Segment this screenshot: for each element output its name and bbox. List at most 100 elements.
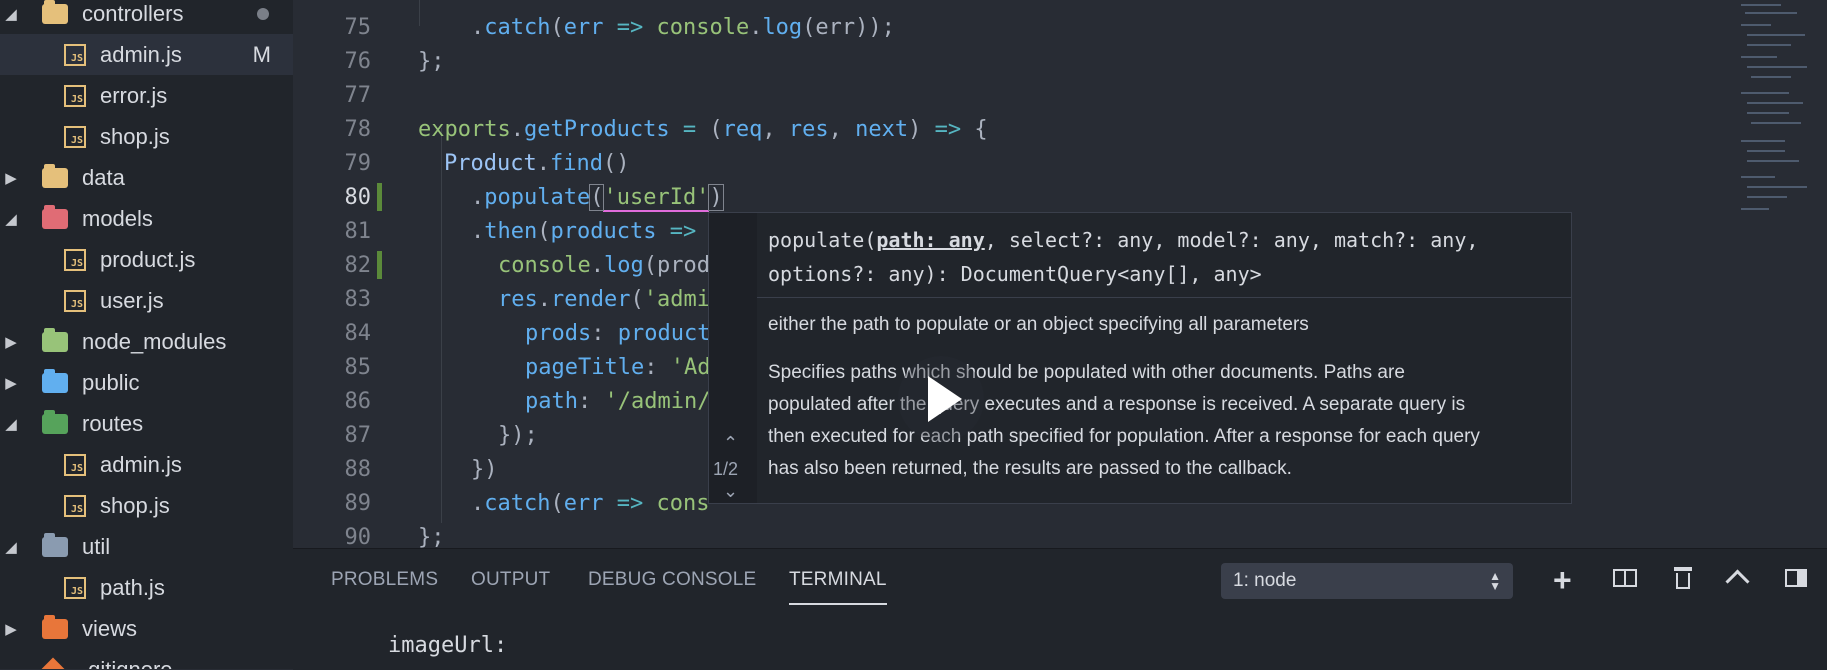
signature-text: populate(path: any, select?: any, model?… xyxy=(768,228,1479,286)
tree-label: error.js xyxy=(100,82,168,108)
parameter-hints-widget: ⌃ 1/2 ⌄ populate(path: any, select?: any… xyxy=(708,212,1572,504)
code-text: path: '/admin/ xyxy=(525,388,711,414)
plus-icon[interactable]: + xyxy=(1553,564,1572,596)
tree-file-shop-js[interactable]: JS shop.js xyxy=(0,116,293,157)
code-text: .then(products => xyxy=(471,218,697,244)
tree-label: node_modules xyxy=(82,328,227,354)
tree-folder-data[interactable]: ▶ data xyxy=(0,157,293,198)
js-file-icon: JS xyxy=(64,43,86,66)
tree-folder-models[interactable]: ◢ models xyxy=(0,198,293,239)
code-text: res.render('admi xyxy=(498,286,710,312)
tree-folder-public[interactable]: ▶ public xyxy=(0,362,293,403)
tree-folder-util[interactable]: ◢ util xyxy=(0,526,293,567)
js-file-icon: JS xyxy=(64,494,86,517)
method-doc-line: populated after the query executes and a… xyxy=(768,394,1466,415)
folder-icon xyxy=(42,409,68,434)
tree-file-routes-shop-js[interactable]: JS shop.js xyxy=(0,485,293,526)
tree-file-product-js[interactable]: JS product.js xyxy=(0,239,293,280)
chevron-down-icon[interactable]: ◢ xyxy=(0,5,22,23)
js-file-icon: JS xyxy=(64,84,86,107)
chevron-right-icon[interactable]: ▶ xyxy=(0,620,22,638)
tab-output[interactable]: OUTPUT xyxy=(471,569,550,591)
folder-icon xyxy=(42,532,68,557)
terminal-select-value: 1: node xyxy=(1233,570,1297,591)
terminal-select[interactable]: 1: node ▲ ▼ xyxy=(1221,563,1513,599)
code-line-76: 76 }; xyxy=(293,44,1723,78)
code-text: .catch(err => console.log(err)); xyxy=(471,14,895,40)
chevron-down-icon[interactable]: ◢ xyxy=(0,210,22,228)
tree-file-routes-admin-js[interactable]: JS admin.js xyxy=(0,444,293,485)
tree-label: product.js xyxy=(100,246,196,272)
method-doc-line: has also been returned, the results are … xyxy=(768,458,1292,479)
bottom-panel: PROBLEMS OUTPUT DEBUG CONSOLE TERMINAL 1… xyxy=(293,548,1827,670)
folder-icon xyxy=(42,368,68,393)
chevron-right-icon[interactable]: ▶ xyxy=(0,169,22,187)
line-number: 84 xyxy=(344,320,372,346)
code-text: prods: product xyxy=(525,320,711,346)
js-file-icon: JS xyxy=(64,289,86,312)
code-text: exports.getProducts = (req, res, next) =… xyxy=(418,116,988,142)
terminal-output[interactable]: imageUrl: xyxy=(388,633,507,658)
line-number: 79 xyxy=(344,150,372,176)
signature-counter: 1/2 xyxy=(713,459,739,479)
tree-file-user-js[interactable]: JS user.js xyxy=(0,280,293,321)
chevron-down-icon[interactable]: ⌄ xyxy=(723,481,738,502)
tree-file-error-js[interactable]: JS error.js xyxy=(0,75,293,116)
method-doc-line: then executed for each path specified fo… xyxy=(768,426,1480,447)
chevron-up-icon[interactable]: ⌃ xyxy=(723,433,738,454)
tree-label: admin.js xyxy=(100,41,182,67)
code-line-79: 79 Product.find() xyxy=(293,146,1723,180)
js-file-icon: JS xyxy=(64,248,86,271)
chevron-right-icon[interactable]: ▶ xyxy=(0,333,22,351)
minimap[interactable] xyxy=(1727,0,1827,548)
line-number: 77 xyxy=(344,82,372,108)
tree-folder-node-modules[interactable]: ▶ node_modules xyxy=(0,321,293,362)
code-text: }; xyxy=(418,48,445,74)
tab-problems[interactable]: PROBLEMS xyxy=(331,569,438,591)
tree-folder-controllers[interactable]: ◢ controllers xyxy=(0,0,293,34)
folder-icon xyxy=(42,327,68,352)
tree-label: controllers xyxy=(82,0,184,26)
line-number: 87 xyxy=(344,422,372,448)
code-text: .catch(err => cons xyxy=(471,490,710,516)
chevron-down-icon[interactable]: ◢ xyxy=(0,415,22,433)
close-panel-icon[interactable] xyxy=(1785,569,1807,587)
code-text: .populate('userId') xyxy=(471,183,724,212)
code-line-77: 77 xyxy=(293,78,1723,112)
line-number: 83 xyxy=(344,286,372,312)
code-text: }; xyxy=(418,524,445,549)
tree-file-gitignore[interactable]: .gitignore xyxy=(0,649,293,669)
tree-folder-views[interactable]: ▶ views xyxy=(0,608,293,649)
code-line-80: 80 .populate('userId') xyxy=(293,180,1723,214)
tree-folder-routes[interactable]: ◢ routes xyxy=(0,403,293,444)
git-icon xyxy=(40,657,66,669)
js-file-icon: JS xyxy=(64,576,86,599)
tree-label: routes xyxy=(82,410,144,436)
tree-label: models xyxy=(82,205,153,231)
line-number: 76 xyxy=(344,48,372,74)
file-explorer: ◢ controllers JS admin.js M JS error.js … xyxy=(0,0,293,669)
tree-file-path-js[interactable]: JS path.js xyxy=(0,567,293,608)
line-number: 90 xyxy=(344,524,372,549)
line-number: 86 xyxy=(344,388,372,414)
chevron-down-icon[interactable]: ◢ xyxy=(0,538,22,556)
chevron-up-icon[interactable] xyxy=(1725,567,1750,594)
tree-label: util xyxy=(82,533,111,559)
line-number: 85 xyxy=(344,354,372,380)
active-parameter: path: any xyxy=(876,228,985,252)
tree-file-admin-js[interactable]: JS admin.js M xyxy=(0,34,293,75)
select-arrows-icon: ▲ ▼ xyxy=(1489,569,1501,593)
trash-icon[interactable] xyxy=(1674,567,1692,589)
modified-dot-badge xyxy=(257,7,269,20)
tab-terminal[interactable]: TERMINAL xyxy=(789,569,887,605)
split-terminal-icon[interactable] xyxy=(1613,569,1637,587)
line-number: 81 xyxy=(344,218,372,244)
line-number: 82 xyxy=(344,252,372,278)
git-modified-gutter xyxy=(377,251,382,279)
folder-icon xyxy=(42,163,68,188)
tab-debug-console[interactable]: DEBUG CONSOLE xyxy=(588,569,756,591)
folder-icon xyxy=(42,204,68,229)
js-file-icon: JS xyxy=(64,125,86,148)
chevron-right-icon[interactable]: ▶ xyxy=(0,374,22,392)
play-icon[interactable] xyxy=(898,356,984,442)
